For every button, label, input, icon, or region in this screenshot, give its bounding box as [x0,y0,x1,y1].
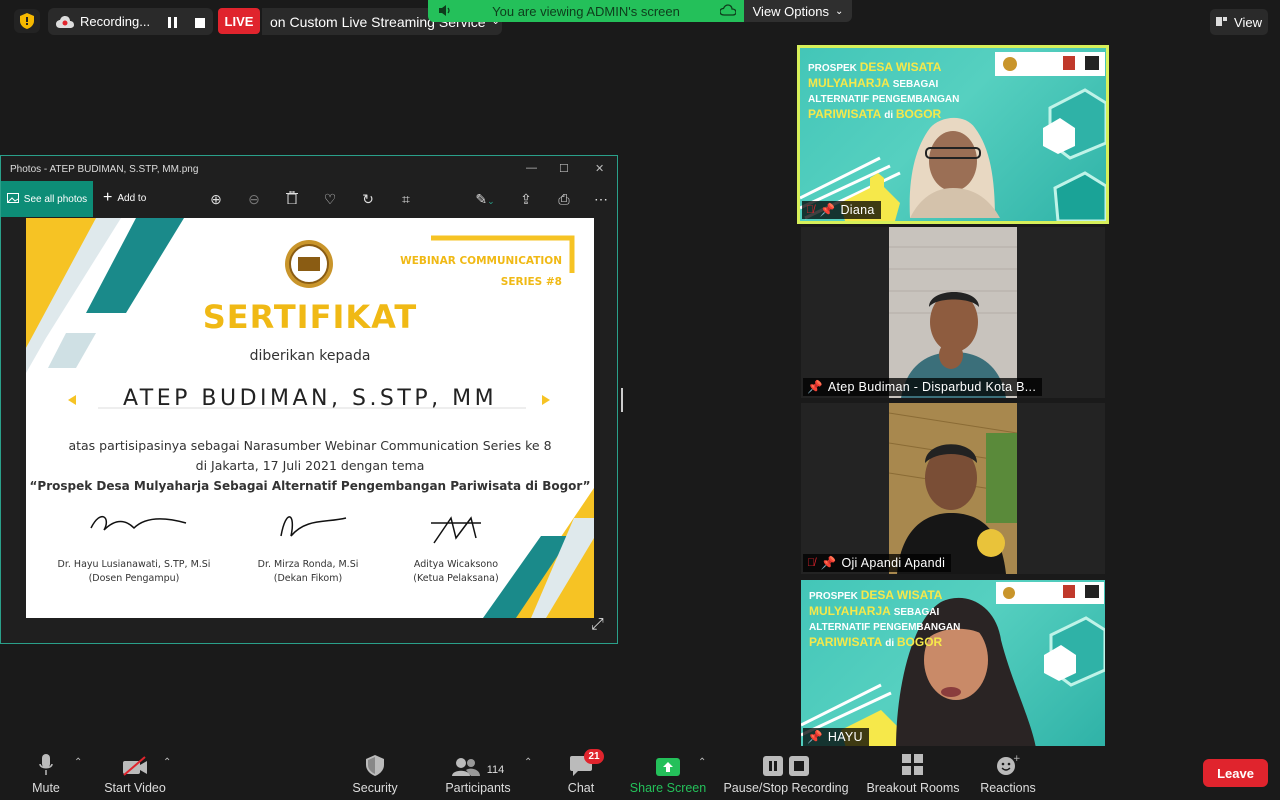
pause-stop-recording-button[interactable]: Pause/Stop Recording [722,752,850,795]
participant-tile-diana[interactable]: PROSPEK DESA WISATA MULYAHARJA SEBAGAI A… [797,45,1109,224]
delete-icon[interactable] [284,190,300,207]
participant-name-label: 📌 HAYU [803,728,869,746]
participant-tile-oji[interactable]: 🎙̸ 📌 Oji Apandi Apandi [801,403,1105,574]
security-button[interactable]: Security [349,752,401,795]
photos-toolbar: See all photos + Add to ⊕ ⊖ ♡ ↻ ⌗ ✎⌄ ⇪ ⎙… [1,181,617,217]
participants-count: 114 [486,764,505,776]
series-label: WEBINAR COMMUNICATION SERIES #8 [400,255,562,288]
participant-name-label: 🎙̸ 📌 Oji Apandi Apandi [803,554,952,572]
pin-icon: 📌 [807,379,823,394]
photos-app-window: Photos - ATEP BUDIMAN, S.STP, MM.png — ☐… [0,155,618,644]
reactions-button[interactable]: + Reactions [978,752,1038,795]
pin-icon: 📌 [819,202,836,217]
certificate-heading: SERTIFIKAT [202,298,418,336]
slide-title: PROSPEK DESA WISATA MULYAHARJA SEBAGAI A… [808,60,960,121]
edit-draw-icon[interactable]: ✎⌄ [471,191,499,207]
minimize-icon[interactable]: — [526,162,537,174]
pause-recording-icon[interactable] [168,16,178,31]
close-icon[interactable]: ✕ [595,162,604,175]
recording-indicator[interactable]: Recording... [48,8,213,35]
participant-name-label: 📌 Atep Budiman - Disparbud Kota B... [803,378,1043,396]
svg-text:+: + [1013,754,1020,764]
gallery-view-icon [1216,15,1228,30]
breakout-rooms-icon [902,752,924,776]
video-options-caret[interactable]: ⌃ [163,757,171,768]
share-icon[interactable]: ⇪ [518,191,534,207]
window-title: Photos - ATEP BUDIMAN, S.STP, MM.png [10,163,199,175]
certificate-image: WEBINAR COMMUNICATION SERIES #8 SERTIFIK… [26,218,594,618]
live-badge: LIVE [218,8,260,34]
splitter-handle[interactable] [621,388,623,412]
participants-options-caret[interactable]: ⌃ [524,757,532,768]
participant-video [888,403,1018,574]
participant-tile-hayu[interactable]: PROSPEK DESA WISATA MULYAHARJA SEBAGAI A… [801,580,1105,748]
mute-button[interactable]: Mute [28,752,64,795]
participant-name-label: 🎙̸ 📌 Diana [802,201,881,219]
start-video-button[interactable]: Start Video [100,752,170,795]
cloud-icon [719,4,737,19]
slide-title: PROSPEK DESA WISATA MULYAHARJA SEBAGAI A… [809,588,961,649]
muted-mic-icon: 🎙̸ [807,557,816,569]
share-screen-button[interactable]: Share Screen [628,752,708,795]
participant-tile-atep[interactable]: 📌 Atep Budiman - Disparbud Kota B... [801,227,1105,398]
more-options-icon[interactable]: ⋯ [593,191,609,207]
rotate-icon[interactable]: ↻ [360,191,376,207]
pin-icon: 📌 [807,729,823,744]
certificate-body: atas partisipasinya sebagai Narasumber W… [29,438,591,493]
viewing-screen-banner: You are viewing ADMIN's screen [428,0,744,22]
share-options-caret[interactable]: ⌃ [698,757,706,768]
participants-button[interactable]: 114 Participants [442,752,514,795]
see-all-photos-button[interactable]: See all photos [1,181,93,217]
smiley-plus-icon: + [996,752,1020,776]
pin-icon: 📌 [820,555,837,570]
window-title-bar: Photos - ATEP BUDIMAN, S.STP, MM.png — ☐… [1,156,617,182]
chevron-down-icon: ⌄ [834,5,844,17]
video-off-icon [122,752,148,776]
crop-icon[interactable]: ⌗ [398,191,414,207]
participant-video [889,227,1017,398]
given-to-label: diberikan kepada [249,348,371,364]
signer-1: Dr. Hayu Lusianawati, S.TP, M.Si (Dosen … [57,559,211,584]
maximize-icon[interactable]: ☐ [559,162,569,175]
add-to-button[interactable]: + Add to [103,189,146,206]
signer-2: Dr. Mirza Ronda, M.Si (Dekan Fikom) [257,559,359,584]
mute-options-caret[interactable]: ⌃ [74,757,82,768]
microphone-icon [39,752,53,776]
chat-unread-badge: 21 [584,749,604,764]
recording-label: Recording... [80,14,151,29]
cloud-record-icon [56,15,74,28]
recipient-name: ATEP BUDIMAN, S.STP, MM [122,386,498,411]
signer-3: Aditya Wicaksono (Ketua Pelaksana) [413,559,499,584]
view-button[interactable]: View [1210,9,1268,35]
zoom-in-icon[interactable]: ⊕ [208,191,224,207]
leave-button[interactable]: Leave [1203,759,1268,787]
image-icon [6,192,19,206]
print-icon[interactable]: ⎙ [556,191,572,207]
stop-recording-icon[interactable] [195,16,205,31]
share-screen-icon [656,752,680,776]
muted-mic-icon: 🎙̸ [806,204,815,216]
favorite-heart-icon[interactable]: ♡ [322,191,338,207]
speaker-icon[interactable] [438,4,452,20]
breakout-rooms-button[interactable]: Breakout Rooms [865,752,961,795]
zoom-out-icon[interactable]: ⊖ [246,191,262,207]
shield-icon [366,752,384,776]
security-shield-icon[interactable] [14,9,40,33]
fullscreen-expand-icon[interactable]: ⤢ [591,616,604,634]
plus-icon: + [103,189,113,206]
participants-icon: 114 [451,752,505,776]
pause-stop-icon [763,752,809,776]
view-options-button[interactable]: View Options ⌄ [744,0,852,22]
